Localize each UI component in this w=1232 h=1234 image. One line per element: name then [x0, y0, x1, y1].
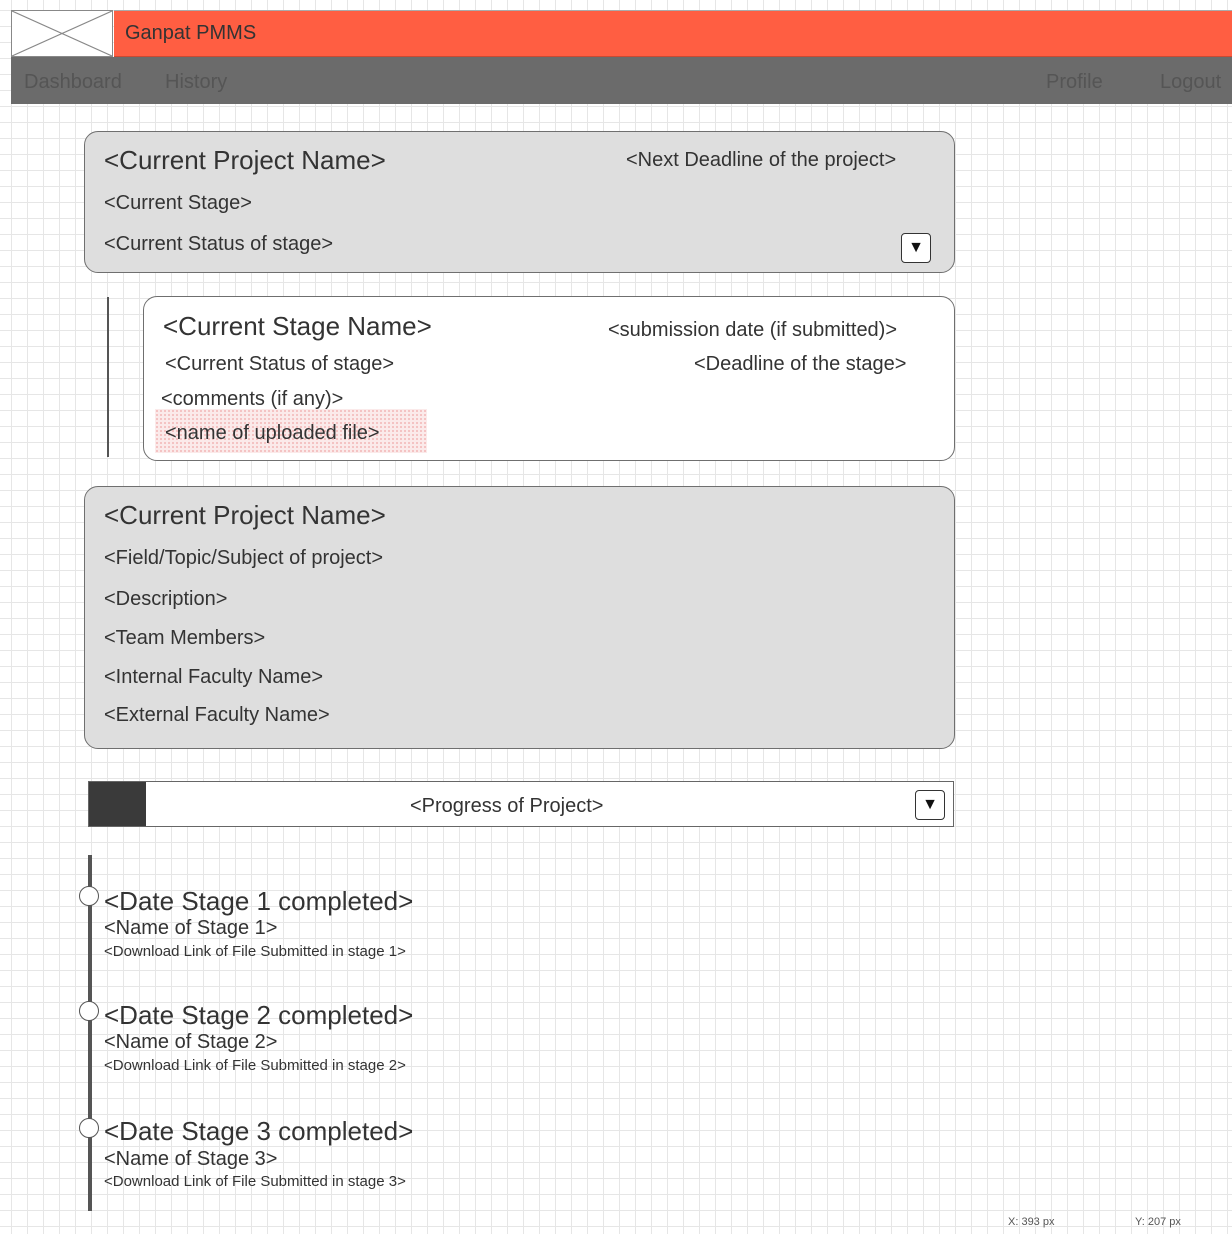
timeline-stage-2-download-link[interactable]: <Download Link of File Submitted in stag…	[104, 1057, 406, 1074]
circle-node-icon	[79, 1001, 99, 1021]
chevron-down-icon: ▼	[922, 796, 938, 813]
project-team-members: <Team Members>	[104, 627, 266, 649]
nav-history-link[interactable]: History	[165, 71, 227, 94]
chevron-down-icon: ▼	[908, 239, 924, 256]
title-bar	[114, 10, 1232, 57]
timeline-stage-1-name: <Name of Stage 1>	[104, 917, 278, 939]
project-info-name: <Current Project Name>	[104, 500, 386, 530]
timeline-line	[88, 855, 92, 1211]
nav-logout-link[interactable]: Logout	[1160, 71, 1221, 94]
stage-submission-date: <submission date (if submitted)>	[608, 319, 898, 341]
nav-dashboard-link[interactable]: Dashboard	[24, 71, 122, 94]
logo-placeholder-icon[interactable]	[11, 10, 113, 57]
nav-profile-link[interactable]: Profile	[1046, 71, 1103, 94]
progress-label: <Progress of Project>	[410, 795, 604, 817]
uploaded-file-link[interactable]: <name of uploaded file>	[165, 422, 380, 445]
project-stage-status: <Current Status of stage>	[104, 233, 334, 255]
timeline-stage-1-date: <Date Stage 1 completed>	[104, 886, 414, 916]
timeline-stage-1-download-link[interactable]: <Download Link of File Submitted in stag…	[104, 943, 406, 960]
project-next-deadline: <Next Deadline of the project>	[626, 149, 897, 171]
project-name: <Current Project Name>	[104, 145, 386, 175]
project-current-stage: <Current Stage>	[104, 192, 252, 214]
project-internal-faculty: <Internal Faculty Name>	[104, 666, 323, 688]
app-title: Ganpat PMMS	[125, 22, 257, 44]
stage-name: <Current Stage Name>	[163, 311, 432, 341]
cursor-x-readout: X: 393 px	[1008, 1216, 1055, 1228]
circle-node-icon	[79, 1118, 99, 1138]
project-description: <Description>	[104, 588, 228, 610]
summary-expand-button[interactable]: ▼	[901, 233, 931, 263]
progress-expand-button[interactable]: ▼	[915, 790, 945, 820]
cursor-y-readout: Y: 207 px	[1135, 1216, 1181, 1228]
stage-deadline: <Deadline of the stage>	[694, 353, 907, 375]
timeline-stage-2-date: <Date Stage 2 completed>	[104, 1000, 414, 1030]
stage-connector-line	[107, 297, 109, 457]
project-field: <Field/Topic/Subject of project>	[104, 547, 384, 569]
stage-status: <Current Status of stage>	[165, 353, 395, 375]
timeline-stage-3-date: <Date Stage 3 completed>	[104, 1116, 414, 1146]
circle-node-icon	[79, 886, 99, 906]
project-external-faculty: <External Faculty Name>	[104, 704, 330, 726]
timeline-stage-3-download-link[interactable]: <Download Link of File Submitted in stag…	[104, 1173, 406, 1190]
progress-fill	[89, 782, 146, 826]
stage-comments: <comments (if any)>	[161, 388, 344, 410]
timeline-stage-2-name: <Name of Stage 2>	[104, 1031, 278, 1053]
timeline-stage-3-name: <Name of Stage 3>	[104, 1148, 278, 1170]
